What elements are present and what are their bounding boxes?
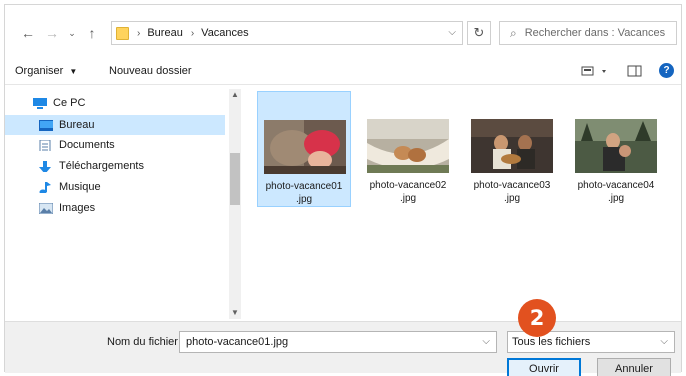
breadcrumb-separator-icon: › xyxy=(137,27,141,39)
folder-icon xyxy=(116,26,129,40)
forward-arrow-icon[interactable]: → xyxy=(43,23,61,43)
sidebar-item-bureau[interactable]: Bureau xyxy=(5,115,225,135)
recent-locations-chevron-icon[interactable]: ⌄ xyxy=(63,23,81,43)
sidebar-item-label: Images xyxy=(59,202,96,214)
view-icon xyxy=(581,66,606,76)
sidebar-item-label: Bureau xyxy=(59,119,95,131)
address-row: ← → ⌄ ↑ › Bureau › Vacances ⌵ ↻ ⌕ Recher… xyxy=(5,19,683,47)
filetype-value: Tous les fichiers xyxy=(512,336,591,348)
file-name-line: photo-vacance04 xyxy=(577,180,655,191)
breadcrumb-label: Bureau xyxy=(147,27,183,39)
open-button-label: Ouvrir xyxy=(529,363,559,375)
sidebar-item-label: Musique xyxy=(59,181,101,193)
file-name: photo-vacance03 .jpg xyxy=(465,179,559,205)
chevron-down-icon[interactable]: ⌵ xyxy=(448,27,456,38)
file-name-ext: .jpg xyxy=(607,193,625,204)
step-number-badge: 2 xyxy=(518,299,556,337)
preview-pane-icon xyxy=(627,65,642,77)
help-icon[interactable]: ? xyxy=(659,63,674,78)
cancel-button-label: Annuler xyxy=(615,363,653,375)
file-item[interactable]: photo-vacance04 .jpg xyxy=(569,91,663,207)
navigation-scrollbar[interactable]: ▲ ▼ xyxy=(229,89,241,319)
file-item[interactable]: photo-vacance01 .jpg xyxy=(257,91,351,207)
new-folder-button[interactable]: Nouveau dossier xyxy=(109,65,192,77)
music-icon xyxy=(39,181,51,193)
file-name: photo-vacance04 .jpg xyxy=(569,179,663,205)
sidebar-item-telechargements[interactable]: Téléchargements xyxy=(5,156,225,176)
sidebar-item-musique[interactable]: Musique xyxy=(5,177,225,197)
dropdown-caret-icon: ▼ xyxy=(69,67,78,76)
photo-thumbnail xyxy=(471,119,553,173)
organize-button[interactable]: Organiser ▼ xyxy=(15,65,77,77)
file-name-line: photo-vacance01 xyxy=(265,181,343,192)
download-icon xyxy=(39,160,51,172)
view-options-button[interactable] xyxy=(581,64,611,81)
breadcrumb-vacances[interactable]: › Vacances xyxy=(191,27,249,39)
search-icon: ⌕ xyxy=(510,25,517,40)
back-arrow-icon[interactable]: ← xyxy=(19,23,37,43)
computer-icon xyxy=(33,97,47,109)
search-input[interactable]: ⌕ Rechercher dans : Vacances xyxy=(499,21,677,45)
address-bar[interactable]: › Bureau › Vacances ⌵ xyxy=(111,21,463,45)
cancel-button[interactable]: Annuler xyxy=(597,358,671,376)
refresh-icon[interactable]: ↻ xyxy=(467,21,491,45)
scroll-up-arrow-icon[interactable]: ▲ xyxy=(229,89,241,101)
sidebar-item-label: Documents xyxy=(59,139,115,151)
file-item[interactable]: photo-vacance02 .jpg xyxy=(361,91,455,207)
scrollbar-thumb[interactable] xyxy=(230,153,240,205)
file-list: photo-vacance01 .jpg photo-vacance02 .jp… xyxy=(249,87,679,319)
filename-input[interactable]: photo-vacance01.jpg ⌵ xyxy=(179,331,497,353)
step-number: 2 xyxy=(529,306,545,330)
photo-thumbnail xyxy=(367,119,449,173)
sidebar-item-label: Téléchargements xyxy=(59,160,144,172)
image-icon xyxy=(39,202,53,214)
organize-label: Organiser xyxy=(15,65,64,77)
file-name-line: photo-vacance02 xyxy=(369,180,447,191)
chevron-down-icon[interactable]: ⌵ xyxy=(482,336,490,347)
breadcrumb-separator-icon: › xyxy=(190,27,195,39)
file-name: photo-vacance02 .jpg xyxy=(361,179,455,205)
breadcrumb-bureau[interactable]: › Bureau xyxy=(137,27,183,39)
breadcrumb-label: Vacances xyxy=(201,27,249,39)
file-name-ext: .jpg xyxy=(503,193,521,204)
filename-value: photo-vacance01.jpg xyxy=(186,336,289,348)
new-folder-label: Nouveau dossier xyxy=(109,65,192,77)
document-icon xyxy=(39,139,51,151)
sidebar-item-documents[interactable]: Documents xyxy=(5,135,225,155)
chevron-down-icon[interactable]: ⌵ xyxy=(660,336,668,347)
file-name-ext: .jpg xyxy=(399,193,417,204)
file-open-dialog: ← → ⌄ ↑ › Bureau › Vacances ⌵ ↻ ⌕ Recher… xyxy=(4,4,683,376)
preview-pane-button[interactable] xyxy=(627,64,643,81)
file-name-line: photo-vacance03 xyxy=(473,180,551,191)
file-item[interactable]: photo-vacance03 .jpg xyxy=(465,91,559,207)
up-arrow-icon[interactable]: ↑ xyxy=(83,23,101,43)
sidebar-item-images[interactable]: Images xyxy=(5,198,225,218)
sidebar-item-ce-pc[interactable]: Ce PC xyxy=(5,93,225,113)
file-name-ext: .jpg xyxy=(295,194,313,205)
scroll-down-arrow-icon[interactable]: ▼ xyxy=(229,307,241,319)
navigation-pane: Ce PC Bureau Documents Téléchargements M… xyxy=(5,87,241,319)
search-placeholder: Rechercher dans : Vacances xyxy=(524,27,666,39)
sidebar-item-label: Ce PC xyxy=(53,97,86,109)
toolbar: Organiser ▼ Nouveau dossier ? xyxy=(5,59,681,85)
photo-thumbnail xyxy=(575,119,657,173)
bottom-bar: Nom du fichier : photo-vacance01.jpg ⌵ T… xyxy=(5,321,681,376)
filename-label: Nom du fichier : xyxy=(107,336,185,348)
photo-thumbnail xyxy=(264,120,346,174)
desktop-icon xyxy=(39,119,53,131)
open-button[interactable]: Ouvrir xyxy=(507,358,581,376)
file-name: photo-vacance01 .jpg xyxy=(258,180,350,206)
